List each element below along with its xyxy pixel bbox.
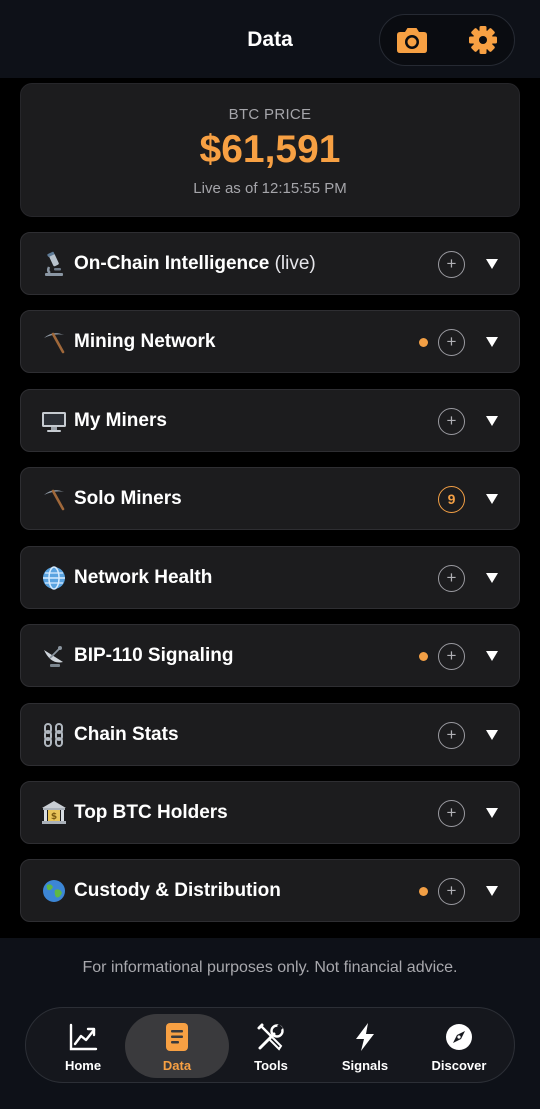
section-label: Top BTC Holders	[74, 802, 228, 823]
globe-meridians-emoji-icon	[43, 566, 65, 590]
tab-discover[interactable]: Discover	[407, 1014, 511, 1078]
lightning-icon	[356, 1023, 374, 1051]
gear-icon	[469, 26, 497, 54]
tab-tools[interactable]: Tools	[219, 1014, 323, 1078]
camera-icon	[397, 28, 427, 53]
status-dot	[419, 887, 428, 896]
section-solo-miners[interactable]: Solo Miners 9	[20, 467, 520, 530]
desktop-computer-emoji-icon	[42, 412, 66, 432]
section-label: My Miners	[74, 410, 167, 431]
plus-icon: +	[446, 332, 457, 351]
tab-data[interactable]: Data	[125, 1014, 229, 1078]
status-dot	[419, 652, 428, 661]
plus-icon: +	[446, 568, 457, 587]
section-label: Custody & Distribution	[74, 880, 281, 901]
compass-icon	[446, 1024, 472, 1050]
plus-icon: +	[446, 881, 457, 900]
plus-icon: +	[446, 725, 457, 744]
add-button[interactable]: +	[438, 251, 465, 278]
microscope-emoji-icon	[45, 251, 63, 276]
add-button[interactable]: +	[438, 722, 465, 749]
bank-emoji-icon: $	[42, 801, 66, 824]
section-mining-network[interactable]: Mining Network +	[20, 310, 520, 373]
expand-arrow-icon	[486, 886, 498, 896]
tab-label: Data	[162, 1058, 192, 1073]
plus-icon: +	[446, 411, 457, 430]
btc-price-card: BTC PRICE $61,591 Live as of 12:15:55 PM	[20, 83, 520, 217]
section-chain-stats[interactable]: Chain Stats +	[20, 703, 520, 766]
document-icon	[166, 1023, 188, 1051]
expand-arrow-icon	[486, 416, 498, 426]
section-network-health[interactable]: Network Health +	[20, 546, 520, 609]
section-my-miners[interactable]: My Miners +	[20, 389, 520, 452]
expand-arrow-icon	[486, 730, 498, 740]
chart-trend-icon	[69, 1023, 98, 1051]
top-header: Data	[0, 0, 540, 78]
add-button[interactable]: +	[438, 800, 465, 827]
price-updated-time: Live as of 12:15:55 PM	[193, 180, 347, 197]
section-on-chain-intelligence[interactable]: On-Chain Intelligence (live) +	[20, 232, 520, 295]
section-custody-distribution[interactable]: Custody & Distribution +	[20, 859, 520, 922]
pick-emoji-icon	[44, 332, 65, 354]
add-button[interactable]: +	[438, 643, 465, 670]
expand-arrow-icon	[486, 808, 498, 818]
expand-arrow-icon	[486, 573, 498, 583]
tab-label: Signals	[341, 1058, 389, 1073]
tools-icon	[257, 1023, 284, 1051]
count-badge[interactable]: 9	[438, 486, 465, 513]
expand-arrow-icon	[486, 259, 498, 269]
tab-label: Tools	[254, 1058, 288, 1073]
tab-label: Home	[64, 1058, 102, 1073]
satellite-dish-emoji-icon	[44, 646, 63, 667]
svg-text:$: $	[51, 812, 57, 822]
expand-arrow-icon	[486, 337, 498, 347]
plus-icon: +	[446, 803, 457, 822]
add-button[interactable]: +	[438, 408, 465, 435]
section-label: Network Health	[74, 567, 213, 588]
section-label: Mining Network	[74, 331, 216, 352]
section-label: On-Chain Intelligence (live)	[74, 253, 316, 274]
chains-emoji-icon	[44, 723, 63, 747]
header-actions	[379, 14, 515, 66]
disclaimer-text: For informational purposes only. Not fin…	[82, 959, 458, 976]
section-label: Chain Stats	[74, 724, 179, 745]
tab-label: Discover	[431, 1058, 487, 1073]
add-button[interactable]: +	[438, 329, 465, 356]
bottom-tab-bar: Home Data Tools Signals Discover	[25, 1007, 515, 1083]
add-button[interactable]: +	[438, 565, 465, 592]
expand-arrow-icon	[486, 651, 498, 661]
status-dot	[419, 338, 428, 347]
price-label: BTC PRICE	[228, 106, 312, 123]
section-label: BIP-110 Signaling	[74, 645, 234, 666]
add-button[interactable]: +	[438, 878, 465, 905]
section-top-btc-holders[interactable]: $ Top BTC Holders +	[20, 781, 520, 844]
section-label: Solo Miners	[74, 488, 182, 509]
settings-button[interactable]	[468, 25, 502, 55]
section-bip-110-signaling[interactable]: BIP-110 Signaling +	[20, 624, 520, 687]
pick-emoji-icon	[44, 489, 65, 511]
price-value: $61,591	[199, 128, 341, 171]
plus-icon: +	[446, 646, 457, 665]
plus-icon: +	[446, 254, 457, 273]
tab-home[interactable]: Home	[31, 1014, 135, 1078]
app-screen: Data BTC PRICE $61,591 Live as of 12:15:…	[0, 0, 540, 1109]
expand-arrow-icon	[486, 494, 498, 504]
camera-button[interactable]	[395, 25, 429, 55]
earth-globe-emoji-icon	[43, 880, 65, 902]
tab-signals[interactable]: Signals	[313, 1014, 417, 1078]
